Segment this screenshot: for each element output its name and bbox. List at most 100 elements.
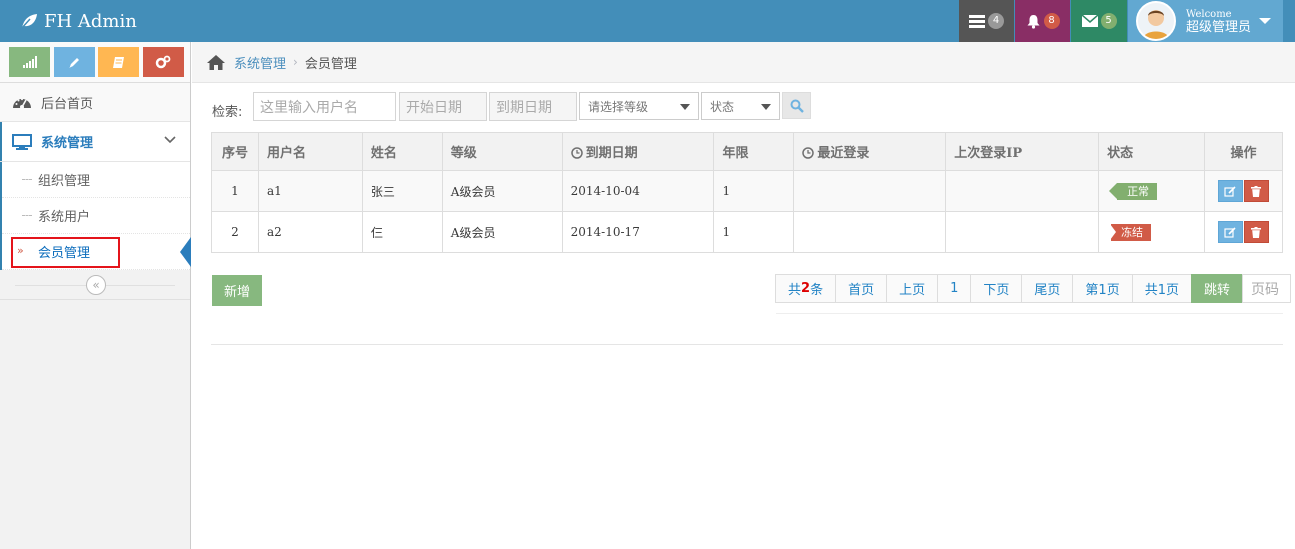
envelope-icon <box>1081 15 1098 27</box>
caret-down-icon <box>1259 18 1272 24</box>
search-icon <box>790 99 804 113</box>
col-name[interactable]: 姓名 <box>361 132 443 171</box>
messages-button[interactable]: 5 <box>1071 0 1127 42</box>
col-years[interactable]: 年限 <box>713 132 795 171</box>
pagination: 共2条 首页 上页 1 下页 尾页 第1页 共1页 跳转 页码 <box>775 274 1291 303</box>
edit-icon <box>1224 185 1237 197</box>
start-date-placeholder: 开始日期 <box>406 99 462 116</box>
status-badge: 正常 <box>1109 182 1158 200</box>
edit-button[interactable] <box>1217 180 1243 202</box>
edit-icon <box>1224 226 1237 238</box>
username-text: 超级管理员 <box>1186 20 1252 35</box>
cell-last-login <box>793 170 947 212</box>
pager-prev-button[interactable]: 上页 <box>886 274 939 303</box>
select-caret-icon <box>761 104 771 110</box>
cell-last-login <box>793 211 947 253</box>
breadcrumb-current: 会员管理 <box>304 56 357 72</box>
shortcut-book-button[interactable] <box>98 47 139 77</box>
sidebar-collapse-row: « <box>0 270 190 300</box>
col-last-ip[interactable]: 上次登录IP <box>945 132 1100 171</box>
pager-page-of: 第1页 <box>1072 274 1133 303</box>
tasks-badge: 4 <box>988 13 1004 29</box>
tasks-icon <box>969 14 985 28</box>
cell-status: 冻结 <box>1098 211 1205 253</box>
pager-total-prefix: 共 <box>788 283 802 298</box>
home-icon[interactable] <box>207 54 225 70</box>
navbar: FH Admin 4 8 5 Welcome 超级管理员 <box>0 0 1295 42</box>
edit-button[interactable] <box>1217 221 1243 243</box>
shortcut-signal-button[interactable] <box>9 47 50 77</box>
trash-icon <box>1251 185 1262 197</box>
brand[interactable]: FH Admin <box>20 0 137 42</box>
cell-index: 2 <box>211 211 259 253</box>
cell-name: 仨 <box>361 211 443 253</box>
brand-text: FH Admin <box>44 10 137 32</box>
end-date-placeholder: 到期日期 <box>496 99 552 116</box>
tasks-button[interactable]: 4 <box>959 0 1014 42</box>
start-date-input[interactable]: 开始日期 <box>399 92 487 121</box>
delete-button[interactable] <box>1243 180 1269 202</box>
cell-last-ip <box>945 170 1100 212</box>
cell-username: a1 <box>257 170 363 212</box>
clock-icon <box>802 147 815 159</box>
cell-expire: 2014-10-04 <box>561 170 715 212</box>
messages-badge: 5 <box>1100 13 1117 29</box>
level-select-value: 请选择等级 <box>588 99 649 114</box>
col-last-login[interactable]: 最近登录 <box>793 132 947 171</box>
content-divider <box>211 344 1283 345</box>
shortcut-pencil-button[interactable] <box>53 47 95 77</box>
search-button[interactable] <box>782 92 811 119</box>
status-badge: 冻结 <box>1110 223 1152 241</box>
sidebar-item-org[interactable]: 组织管理 <box>2 162 190 198</box>
collapse-sidebar-button[interactable]: « <box>86 275 106 295</box>
pager-next-button[interactable]: 下页 <box>970 274 1023 303</box>
table-header-row: 序号 用户名 姓名 等级 到期日期 年限 最近登录 上次登录IP 状态 操作 <box>211 132 1284 171</box>
cell-status: 正常 <box>1098 170 1205 212</box>
cell-expire: 2014-10-17 <box>561 211 715 253</box>
col-level[interactable]: 等级 <box>441 132 563 171</box>
col-username[interactable]: 用户名 <box>257 132 363 171</box>
sidebar-item-users[interactable]: 系统用户 <box>2 198 190 234</box>
pager-last-button[interactable]: 尾页 <box>1021 274 1074 303</box>
cell-actions <box>1203 211 1284 253</box>
leaf-icon <box>20 14 37 29</box>
status-select[interactable]: 状态 <box>701 92 780 120</box>
cell-level: A级会员 <box>441 211 563 253</box>
sidebar-item-system[interactable]: 系统管理 <box>0 122 190 162</box>
highlight-box <box>11 237 120 268</box>
pager-divider <box>776 313 1283 314</box>
shortcut-cogs-button[interactable] <box>142 47 184 77</box>
pager-first-button[interactable]: 首页 <box>835 274 888 303</box>
cell-username: a2 <box>257 211 363 253</box>
sidebar-item-label: 后台首页 <box>41 96 94 112</box>
cell-actions <box>1203 170 1284 212</box>
breadcrumb-separator-icon: › <box>293 55 298 69</box>
breadcrumb-parent-link[interactable]: 系统管理 <box>234 53 286 72</box>
page-number-input[interactable]: 页码 <box>1242 274 1291 303</box>
pager-page-1[interactable]: 1 <box>937 274 972 303</box>
cell-level: A级会员 <box>441 170 563 212</box>
col-index[interactable]: 序号 <box>211 132 259 171</box>
signal-icon <box>22 56 37 68</box>
username-placeholder: 这里输入用户名 <box>260 99 358 116</box>
level-select[interactable]: 请选择等级 <box>579 92 699 120</box>
username-search-input[interactable]: 这里输入用户名 <box>253 92 396 121</box>
end-date-input[interactable]: 到期日期 <box>489 92 577 121</box>
delete-button[interactable] <box>1243 221 1269 243</box>
add-button[interactable]: 新增 <box>212 275 262 306</box>
sidebar-item-home[interactable]: 后台首页 <box>0 83 190 122</box>
notifications-button[interactable]: 8 <box>1015 0 1070 42</box>
user-menu[interactable]: Welcome 超级管理员 <box>1128 0 1283 42</box>
pager-total-suffix: 条 <box>810 283 824 298</box>
sidebar-item-label: 系统用户 <box>38 210 91 225</box>
trash-icon <box>1251 226 1262 238</box>
col-expire-label: 到期日期 <box>585 146 638 161</box>
col-last-login-label: 最近登录 <box>817 146 870 161</box>
pager-go-button[interactable]: 跳转 <box>1190 274 1243 303</box>
col-status[interactable]: 状态 <box>1098 132 1205 171</box>
col-expire[interactable]: 到期日期 <box>561 132 715 171</box>
cogs-icon <box>155 55 171 69</box>
cell-years: 1 <box>713 170 795 212</box>
sidebar-shortcuts <box>0 42 190 83</box>
clock-icon <box>570 147 583 159</box>
